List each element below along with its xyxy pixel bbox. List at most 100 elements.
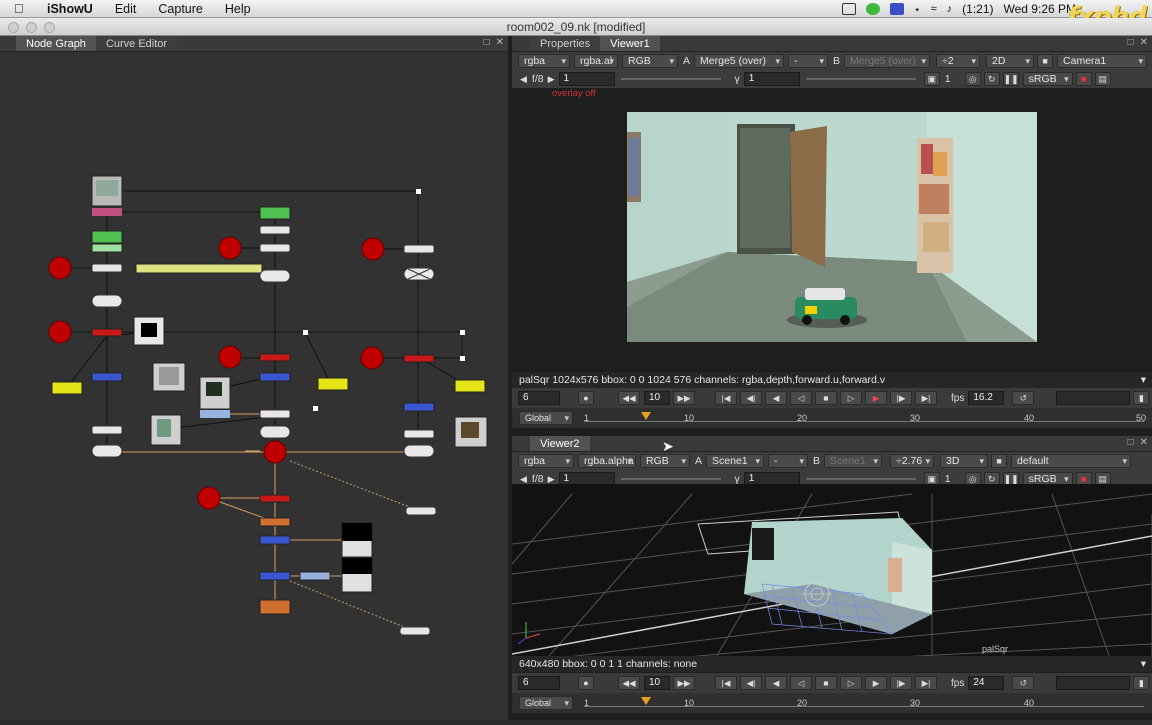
tab-viewer2[interactable]: Viewer2 bbox=[530, 436, 590, 451]
viewer2-3d-view[interactable]: palSqr bbox=[512, 484, 1152, 664]
fstop-right-arrow-icon[interactable]: ▶ bbox=[548, 74, 555, 85]
grade-node-2[interactable] bbox=[317, 377, 349, 391]
read-node-room[interactable] bbox=[91, 175, 123, 216]
fstop-left-arrow-icon[interactable]: ◀ bbox=[520, 74, 527, 85]
input-b-dropdown[interactable]: Merge5 (over) bbox=[844, 54, 931, 68]
menu-app[interactable]: iShowU bbox=[36, 2, 104, 16]
float-pane-icon[interactable]: □ bbox=[1128, 437, 1134, 448]
wipe-icon[interactable]: ▤ bbox=[1094, 72, 1111, 86]
current-frame-field[interactable]: 6 bbox=[518, 391, 560, 405]
next-keyframe-icon[interactable]: |▶ bbox=[890, 676, 912, 690]
view-mode-dropdown[interactable]: 3D bbox=[940, 454, 989, 468]
fps-field[interactable]: 24 bbox=[968, 676, 1005, 690]
fps-field[interactable]: 16.2 bbox=[968, 391, 1005, 405]
exposure-slider[interactable] bbox=[620, 478, 721, 480]
bluetooth-icon[interactable]: ⋆ bbox=[914, 3, 921, 16]
current-frame-field[interactable]: 6 bbox=[518, 676, 560, 690]
stop-icon[interactable]: ■ bbox=[815, 676, 837, 690]
menu-edit[interactable]: Edit bbox=[104, 2, 148, 16]
viewer2-timeline[interactable]: Global 1 10 20 30 40 bbox=[512, 693, 1152, 713]
info-expand-icon[interactable]: ▾ bbox=[1141, 372, 1146, 388]
fstop-left-arrow-icon[interactable]: ◀ bbox=[520, 474, 527, 485]
prev-keyframe-icon[interactable]: ◀| bbox=[740, 391, 762, 405]
read-node-wall[interactable] bbox=[454, 416, 488, 448]
input-a-dropdown[interactable]: Merge5 (over) bbox=[694, 54, 785, 68]
lock-camera-icon[interactable]: ■ bbox=[1037, 54, 1054, 68]
alpha-dropdown[interactable]: rgba.alpha bbox=[578, 454, 636, 468]
input-a-dropdown[interactable]: Scene1 bbox=[706, 454, 765, 468]
view-mode-dropdown[interactable]: 2D bbox=[986, 54, 1035, 68]
gamma-slider[interactable] bbox=[805, 478, 916, 480]
next-frame-icon[interactable]: ▶ bbox=[865, 676, 887, 690]
viewer1-timeline[interactable]: Global 1 10 20 30 40 50 bbox=[512, 408, 1152, 428]
play-backward-icon[interactable]: ◁ bbox=[790, 391, 812, 405]
loop-mode-icon[interactable]: ↺ bbox=[1012, 676, 1035, 690]
timeline-track[interactable] bbox=[584, 706, 1144, 707]
apple-icon[interactable]:  bbox=[14, 1, 36, 16]
increment-field[interactable]: 10 bbox=[644, 676, 670, 690]
volume-icon[interactable]: ♪ bbox=[947, 3, 953, 15]
lock-range-icon[interactable]: ● bbox=[578, 676, 594, 690]
read-node-black[interactable] bbox=[133, 316, 165, 346]
display-mode-dropdown[interactable]: RGB bbox=[622, 54, 678, 68]
channels-dropdown[interactable]: rgba bbox=[518, 54, 570, 68]
color-node-2[interactable] bbox=[91, 230, 123, 244]
wifi-icon[interactable]: ≈ bbox=[931, 3, 937, 15]
refresh-icon[interactable]: ↻ bbox=[983, 72, 1000, 86]
lock-frame-range-icon[interactable]: ▮ bbox=[1133, 391, 1150, 405]
last-frame-icon[interactable]: ▶| bbox=[915, 676, 937, 690]
range-dropdown[interactable]: Global bbox=[519, 411, 573, 425]
close-window-button[interactable] bbox=[8, 22, 19, 33]
flag-icon[interactable] bbox=[889, 3, 904, 15]
first-frame-icon[interactable]: |◀ bbox=[715, 676, 737, 690]
compare-op-dropdown[interactable]: - bbox=[788, 54, 829, 68]
pane-splitter[interactable] bbox=[508, 36, 512, 720]
zoom-window-button[interactable] bbox=[44, 22, 55, 33]
skip-forward-increment-icon[interactable]: ▶▶ bbox=[673, 676, 695, 690]
last-frame-icon[interactable]: ▶| bbox=[915, 391, 937, 405]
zoom-dropdown[interactable]: ÷2 bbox=[936, 54, 981, 68]
read-node-card[interactable] bbox=[199, 376, 231, 418]
grade-node-3[interactable] bbox=[454, 379, 486, 393]
read-node-noise[interactable] bbox=[152, 362, 186, 392]
disabled-node[interactable] bbox=[403, 267, 435, 281]
lock-range-icon[interactable]: ● bbox=[578, 391, 594, 405]
render-node[interactable] bbox=[259, 599, 291, 615]
tab-curve-editor[interactable]: Curve Editor bbox=[95, 36, 178, 51]
grade-node-wide[interactable] bbox=[135, 263, 263, 274]
play-forward-icon[interactable]: ▷ bbox=[840, 676, 862, 690]
next-keyframe-icon[interactable]: |▶ bbox=[890, 391, 912, 405]
play-forward-icon[interactable]: ▷ bbox=[840, 391, 862, 405]
close-pane-icon[interactable]: ✕ bbox=[1140, 437, 1148, 448]
float-pane-icon[interactable]: □ bbox=[1128, 37, 1134, 48]
camera-dropdown[interactable]: default bbox=[1011, 454, 1132, 468]
pause-icon[interactable]: ❚❚ bbox=[1002, 72, 1019, 86]
increment-field[interactable]: 10 bbox=[644, 391, 670, 405]
input-b-dropdown[interactable]: Scene1 bbox=[824, 454, 883, 468]
lock-frame-range-icon[interactable]: ▮ bbox=[1133, 676, 1150, 690]
transform-nodes[interactable] bbox=[91, 372, 435, 581]
float-pane-icon[interactable]: □ bbox=[484, 37, 490, 48]
clock[interactable]: Wed 9:26 PM bbox=[1004, 2, 1076, 16]
menu-capture[interactable]: Capture bbox=[147, 2, 213, 16]
window-icon[interactable] bbox=[841, 3, 856, 15]
minimize-window-button[interactable] bbox=[26, 22, 37, 33]
close-pane-icon[interactable]: ✕ bbox=[1140, 37, 1148, 48]
grade-node-1[interactable] bbox=[51, 381, 83, 395]
gamma-slider[interactable] bbox=[805, 78, 916, 80]
loop-mode-icon[interactable]: ↺ bbox=[1012, 391, 1035, 405]
node-graph-svg[interactable] bbox=[0, 53, 508, 720]
next-frame-icon[interactable]: ▶ bbox=[865, 391, 887, 405]
read-node-matte-b[interactable] bbox=[341, 557, 373, 593]
target-icon[interactable]: ◎ bbox=[964, 72, 981, 86]
viewer1-image[interactable] bbox=[627, 112, 1037, 342]
gamma-field[interactable]: 1 bbox=[743, 72, 800, 86]
compare-op-dropdown[interactable]: - bbox=[768, 454, 809, 468]
exposure-field[interactable]: 1 bbox=[558, 72, 615, 86]
alpha-dropdown[interactable]: rgba.al bbox=[574, 54, 618, 68]
lut-dropdown[interactable]: sRGB bbox=[1022, 72, 1073, 86]
display-mode-dropdown[interactable]: RGB bbox=[640, 454, 690, 468]
playhead-icon[interactable] bbox=[641, 697, 651, 705]
node-graph-canvas[interactable] bbox=[0, 53, 508, 720]
range-dropdown[interactable]: Global bbox=[519, 696, 573, 710]
